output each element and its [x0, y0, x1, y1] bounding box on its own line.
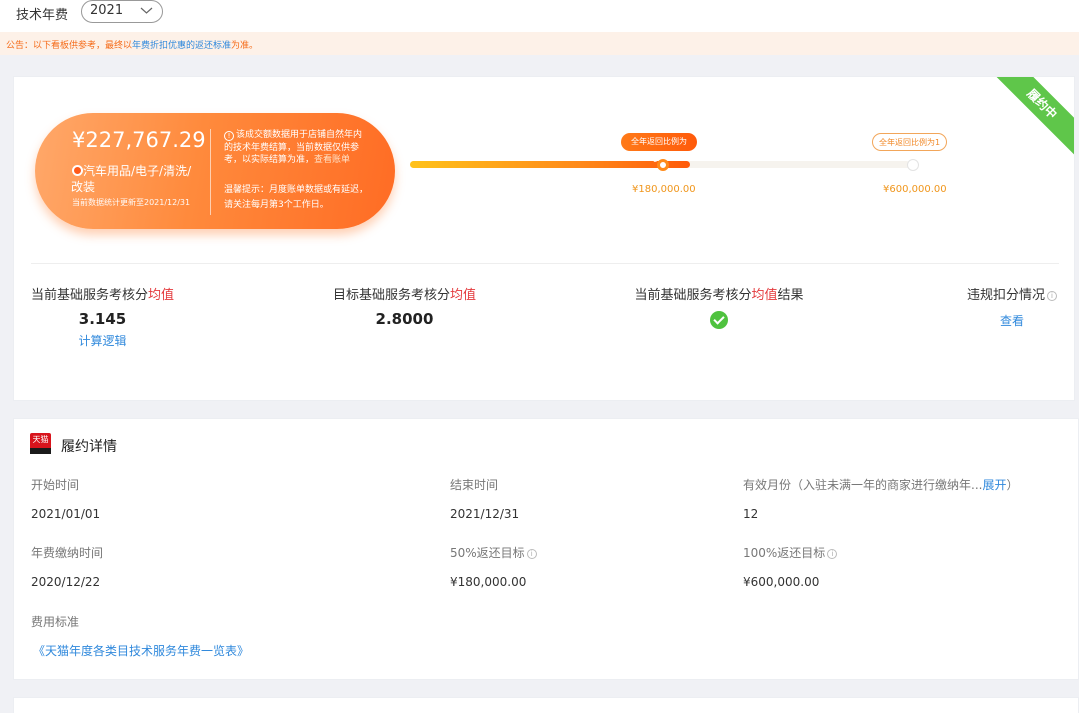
target-100-value: ¥600,000.00 [743, 575, 820, 589]
contract-details-card: 天猫 履约详情 开始时间 2021/01/01 结束时间 2021/12/31 … [13, 418, 1079, 680]
valid-months-close: ） [1006, 478, 1019, 492]
year-select[interactable]: 2021 [81, 0, 163, 23]
score-result-label: 当前基础服务考核分 [634, 288, 752, 303]
milestone-100-value: ¥600,000.00 [883, 184, 947, 195]
notice-prefix: 公告：以下看板供参考，最终以 [6, 41, 133, 51]
check-circle-icon [710, 311, 728, 329]
help-icon[interactable]: i [526, 549, 537, 559]
category-name: 汽车用品/电子/清洗/改装 [71, 164, 192, 194]
current-score-value: 3.145 [78, 310, 127, 328]
top-bar: 技术年费 2021 [0, 0, 1079, 32]
score-result-suffix: 结果 [777, 288, 804, 303]
tmall-logo-icon: 天猫 [30, 433, 51, 454]
target-50-value: ¥180,000.00 [450, 575, 527, 589]
valid-months-text: 有效月份（入驻未满一年的商家进行缴纳年... [743, 478, 983, 492]
pill-divider [210, 129, 211, 215]
status-ribbon: 履约中 [988, 77, 1074, 158]
end-time-value: 2021/12/31 [450, 507, 520, 521]
milestone-50-label: 全年返回比例为0.5 [621, 133, 697, 164]
fee-standard-label: 费用标准 [31, 615, 80, 629]
turnover-amount: ¥227,767.29 [72, 128, 206, 152]
milestone-100-label: 全年返回比例为1 [872, 133, 947, 151]
milestone-100-knob [907, 159, 919, 171]
violation-view-link[interactable]: 查看 [964, 312, 1060, 329]
target-100-text: 100%返还目标 [743, 546, 826, 560]
next-card [13, 697, 1079, 713]
calc-logic-link[interactable]: 计算逻辑 [30, 332, 175, 349]
start-time-label: 开始时间 [31, 478, 80, 492]
milestone-50-knob [657, 159, 669, 171]
valid-months-label: 有效月份（入驻未满一年的商家进行缴纳年...展开） [743, 476, 1018, 493]
valid-months-value: 12 [743, 507, 759, 521]
target-50-text: 50%返还目标 [450, 546, 525, 560]
current-score-avg: 均值 [148, 288, 175, 303]
violation-metric: 违规扣分情况 i 查看 [964, 284, 1060, 329]
help-icon[interactable]: i [1047, 291, 1057, 301]
target-50-label: 50%返还目标 i [450, 544, 537, 561]
start-time-value: 2021/01/01 [31, 507, 101, 521]
chevron-down-icon [140, 7, 153, 14]
reminder-text: 温馨提示：月度账单数据或有延迟，请关注每月第3个工作日。 [224, 185, 369, 210]
progress-fill [410, 161, 690, 168]
turnover-note: 该成交额数据用于店铺自然年内的技术年费结算，当前数据仅供参考，以实际结算为准，查… [224, 129, 369, 167]
fee-summary-card: 履约中 ¥227,767.29 汽车用品/电子/清洗/改装 当前数据统计更新至2… [13, 76, 1075, 401]
target-100-label: 100%返还目标 i [743, 544, 838, 561]
target-score-label: 目标基础服务考核分 [332, 288, 450, 303]
end-time-label: 结束时间 [450, 478, 499, 492]
fee-standard-link[interactable]: 《天猫年度各类目技术服务年费一览表》 [33, 642, 249, 659]
announcement-bar: 公告：以下看板供参考，最终以年费折扣优惠的返还标准为准。 [0, 32, 1079, 55]
turnover-pill: ¥227,767.29 汽车用品/电子/清洗/改装 当前数据统计更新至2021/… [35, 113, 395, 229]
view-bill-link[interactable]: 查看账单 [314, 155, 350, 165]
section-divider [31, 263, 1059, 264]
help-icon[interactable]: i [827, 549, 838, 559]
target-score-avg: 均值 [450, 288, 477, 303]
notice-suffix: 为准。 [231, 41, 259, 51]
tech-fee-label: 技术年费 [16, 8, 69, 23]
violation-label: 违规扣分情况 [966, 288, 1045, 303]
payment-time-label: 年费缴纳时间 [31, 546, 104, 560]
score-result-avg: 均值 [751, 288, 778, 303]
expand-link[interactable]: 展开 [982, 478, 1006, 492]
score-result-metric: 当前基础服务考核分均值结果 [633, 284, 805, 329]
year-select-value: 2021 [90, 3, 124, 18]
milestone-50-value: ¥180,000.00 [632, 184, 696, 195]
current-score-label: 当前基础服务考核分 [30, 288, 148, 303]
current-score-metric: 当前基础服务考核分均值 3.145 计算逻辑 [30, 284, 175, 349]
update-time: 当前数据统计更新至2021/12/31 [72, 198, 191, 207]
target-score-metric: 目标基础服务考核分均值 2.8000 [332, 284, 477, 328]
notice-highlight: 年费折扣优惠的返还标准 [132, 41, 232, 51]
details-title: 履约详情 [61, 439, 117, 455]
target-score-value: 2.8000 [375, 310, 434, 328]
payment-time-value: 2020/12/22 [31, 575, 101, 589]
